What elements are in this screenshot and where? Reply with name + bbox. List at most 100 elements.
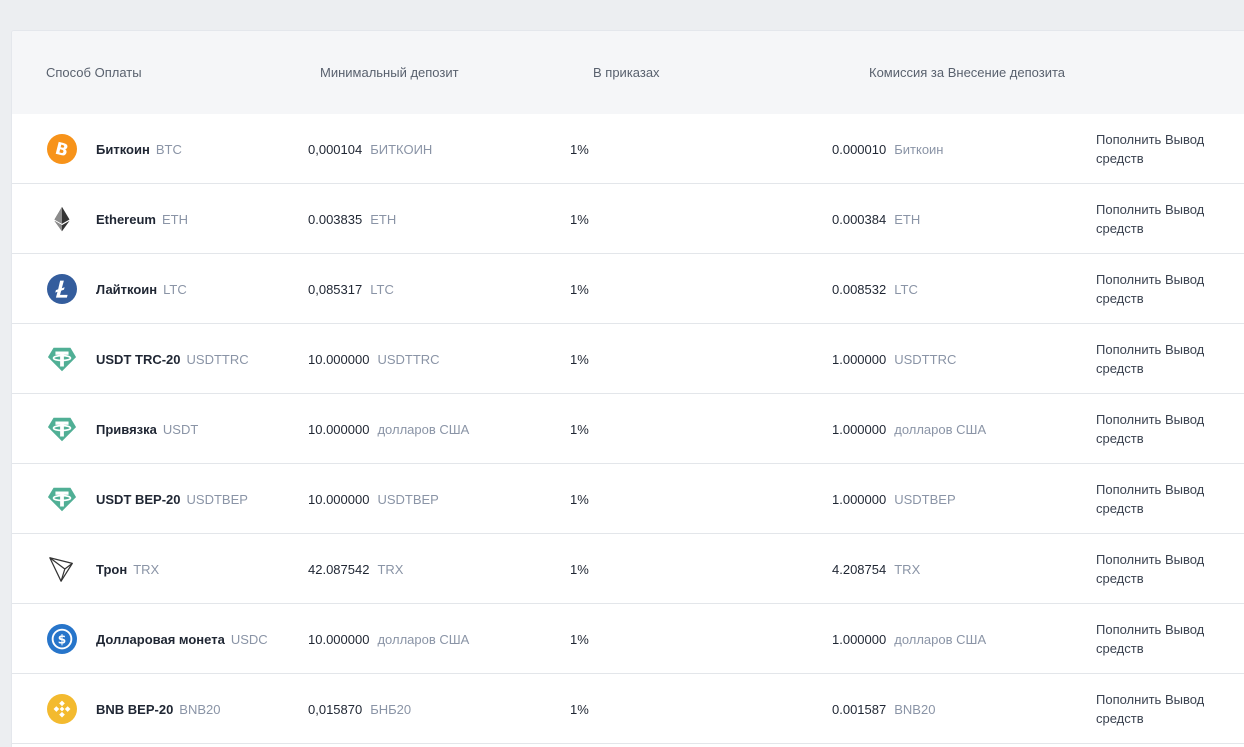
- deposit-link[interactable]: Пополнить: [1096, 552, 1161, 567]
- coin-code: USDTBEP: [186, 491, 248, 507]
- min-deposit-unit: долларов США: [377, 631, 470, 647]
- coin-name: Лайткоин: [96, 281, 158, 297]
- coin-name: Трон: [96, 561, 128, 577]
- min-deposit-unit: долларов США: [377, 421, 470, 437]
- fee-cell: 0.000384 ETH: [832, 184, 920, 254]
- method-cell: BNB BEP-20 BNB20: [96, 674, 221, 744]
- fee-unit: ETH: [894, 211, 921, 227]
- fee-value: 0.000384: [832, 211, 887, 227]
- deposit-link[interactable]: Пополнить: [1096, 622, 1161, 637]
- min-deposit-unit: БИТКОИН: [370, 141, 433, 157]
- min-deposit-unit: USDTBEP: [377, 491, 439, 507]
- min-deposit-value: 0,000104: [308, 141, 363, 157]
- coin-code: USDTTRC: [186, 351, 249, 367]
- deposit-link[interactable]: Пополнить: [1096, 342, 1161, 357]
- table-row: USDT BEP-20 USDTBEP 10.000000 USDTBEP 1%…: [12, 464, 1244, 534]
- orders-cell: 1%: [570, 604, 589, 674]
- tron-icon: [47, 554, 77, 584]
- fee-cell: 1.000000 USDTBEP: [832, 464, 956, 534]
- litecoin-icon: [47, 274, 77, 304]
- header-payment-method: Способ Оплаты: [46, 65, 142, 80]
- min-deposit-value: 10.000000: [308, 631, 370, 647]
- orders-value: 1%: [570, 631, 589, 647]
- method-cell: Трон TRX: [96, 534, 159, 604]
- fee-unit: USDTTRC: [894, 351, 957, 367]
- fee-value: 4.208754: [832, 561, 887, 577]
- row-actions: Пополнить Вывод средств: [1096, 340, 1244, 378]
- fee-value: 0.000010: [832, 141, 887, 157]
- fee-unit: Биткоин: [894, 141, 944, 157]
- table-row: Ethereum ETH 0.003835 ETH 1% 0.000384 ET…: [12, 184, 1244, 254]
- orders-cell: 1%: [570, 114, 589, 184]
- deposit-link[interactable]: Пополнить: [1096, 482, 1161, 497]
- min-deposit-value: 42.087542: [308, 561, 370, 577]
- orders-value: 1%: [570, 491, 589, 507]
- coin-name: BNB BEP-20: [96, 701, 174, 717]
- deposit-link[interactable]: Пополнить: [1096, 692, 1161, 707]
- orders-value: 1%: [570, 351, 589, 367]
- orders-cell: 1%: [570, 674, 589, 744]
- coin-code: USDC: [230, 631, 268, 647]
- table-row: USDT TRC-20 USDTTRC 10.000000 USDTTRC 1%…: [12, 324, 1244, 394]
- usdc-icon: $: [47, 624, 77, 654]
- method-cell: USDT TRC-20 USDTTRC: [96, 324, 249, 394]
- header-in-orders: В приказах: [593, 65, 660, 80]
- table-row: Трон TRX 42.087542 TRX 1% 4.208754 TRX П…: [12, 534, 1244, 604]
- table-row: Лайткоин LTC 0,085317 LTC 1% 0.008532 LT…: [12, 254, 1244, 324]
- coin-code: LTC: [163, 281, 187, 297]
- orders-value: 1%: [570, 211, 589, 227]
- coin-code: BTC: [155, 141, 182, 157]
- method-cell: Ethereum ETH: [96, 184, 188, 254]
- fee-cell: 0.008532 LTC: [832, 254, 918, 324]
- deposit-link[interactable]: Пополнить: [1096, 202, 1161, 217]
- fee-value: 1.000000: [832, 631, 887, 647]
- orders-cell: 1%: [570, 464, 589, 534]
- orders-value: 1%: [570, 141, 589, 157]
- method-cell: Привязка USDT: [96, 394, 198, 464]
- min-deposit-value: 10.000000: [308, 421, 370, 437]
- row-actions: Пополнить Вывод средств: [1096, 480, 1244, 518]
- min-deposit-cell: 0,085317 LTC: [308, 254, 394, 324]
- coin-code: BNB20: [179, 701, 221, 717]
- min-deposit-unit: USDTTRC: [377, 351, 440, 367]
- fee-value: 1.000000: [832, 351, 887, 367]
- method-cell: USDT BEP-20 USDTBEP: [96, 464, 248, 534]
- fee-unit: долларов США: [894, 631, 987, 647]
- method-cell: Биткоин BTC: [96, 114, 182, 184]
- fee-value: 0.008532: [832, 281, 887, 297]
- table-row: Привязка USDT 10.000000 долларов США 1% …: [12, 394, 1244, 464]
- fee-unit: BNB20: [894, 701, 936, 717]
- min-deposit-cell: 42.087542 TRX: [308, 534, 403, 604]
- fee-value: 1.000000: [832, 491, 887, 507]
- deposit-link[interactable]: Пополнить: [1096, 272, 1161, 287]
- row-actions: Пополнить Вывод средств: [1096, 620, 1244, 658]
- coin-name: Привязка: [96, 421, 157, 437]
- orders-value: 1%: [570, 701, 589, 717]
- fee-cell: 0.001587 BNB20: [832, 674, 935, 744]
- fee-value: 0.001587: [832, 701, 887, 717]
- row-actions: Пополнить Вывод средств: [1096, 410, 1244, 448]
- table-row: $ Долларовая монета USDC 10.000000 долла…: [12, 604, 1244, 674]
- orders-value: 1%: [570, 281, 589, 297]
- fee-cell: 1.000000 долларов США: [832, 604, 986, 674]
- min-deposit-cell: 0,015870 БНБ20: [308, 674, 411, 744]
- orders-cell: 1%: [570, 254, 589, 324]
- tether-icon: [47, 484, 77, 514]
- row-actions: Пополнить Вывод средств: [1096, 690, 1244, 728]
- tether-icon: [47, 344, 77, 374]
- coin-code: USDT: [162, 421, 199, 437]
- row-actions: Пополнить Вывод средств: [1096, 550, 1244, 588]
- orders-cell: 1%: [570, 394, 589, 464]
- min-deposit-value: 10.000000: [308, 491, 370, 507]
- deposit-link[interactable]: Пополнить: [1096, 412, 1161, 427]
- table-header: Способ Оплаты Минимальный депозит В прик…: [12, 31, 1244, 114]
- tether-icon: [47, 414, 77, 444]
- min-deposit-cell: 10.000000 USDTBEP: [308, 464, 439, 534]
- min-deposit-value: 10.000000: [308, 351, 370, 367]
- method-cell: Лайткоин LTC: [96, 254, 187, 324]
- coin-name: USDT TRC-20: [96, 351, 181, 367]
- min-deposit-unit: БНБ20: [370, 701, 412, 717]
- deposit-link[interactable]: Пополнить: [1096, 132, 1161, 147]
- min-deposit-unit: ETH: [370, 211, 397, 227]
- min-deposit-unit: TRX: [377, 561, 404, 577]
